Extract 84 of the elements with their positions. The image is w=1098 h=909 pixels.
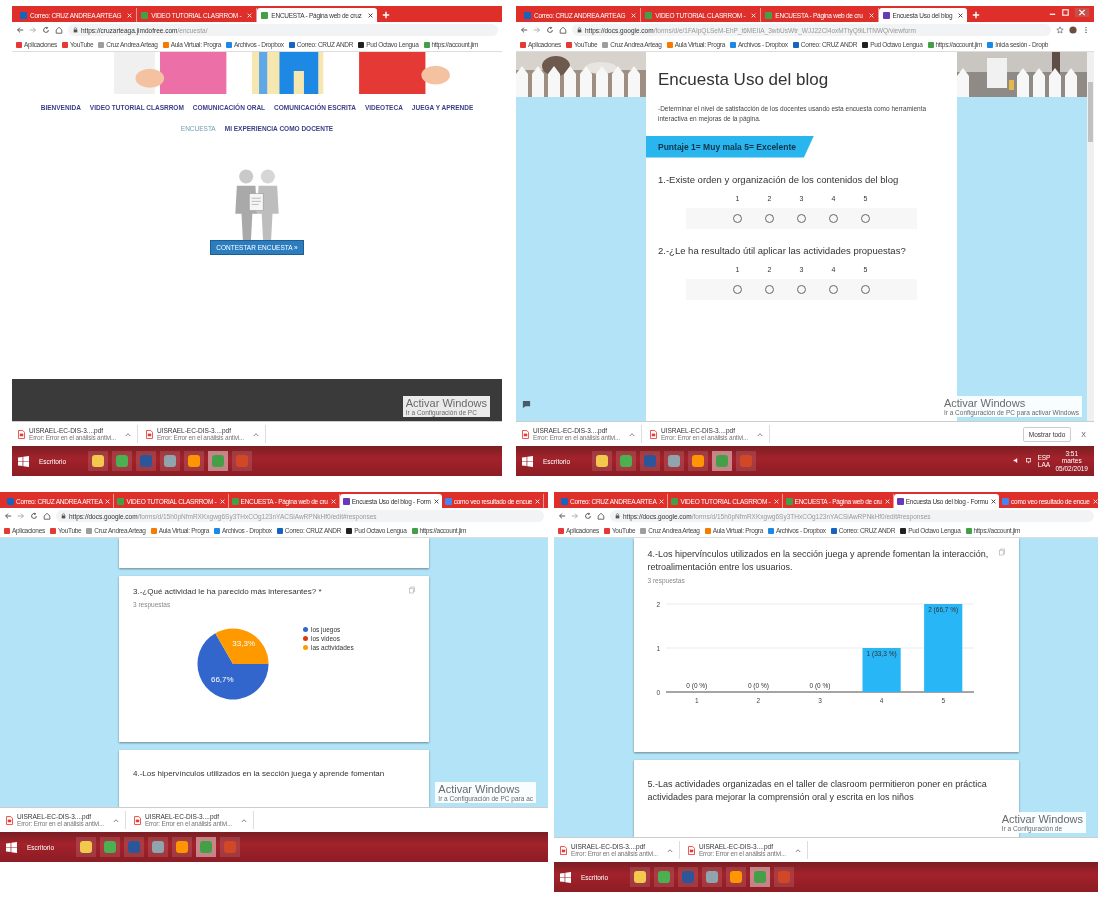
taskbar-app[interactable]: [654, 867, 675, 887]
new-tab-icon[interactable]: [381, 11, 390, 19]
pdf-icon: [522, 429, 529, 439]
reload-icon[interactable]: [42, 26, 50, 34]
activation-title: Activar Windows: [405, 397, 487, 409]
caret-icon[interactable]: [666, 847, 673, 853]
taskbar-app[interactable]: [702, 867, 723, 887]
close-icon[interactable]: [991, 498, 997, 504]
windows-start-icon[interactable]: [560, 871, 571, 883]
caret-icon[interactable]: [756, 431, 763, 437]
taskbar-app[interactable]: [100, 837, 121, 857]
data-label: 66,7%: [210, 675, 234, 685]
network-icon[interactable]: [1025, 457, 1033, 465]
taskbar-app[interactable]: [148, 837, 169, 857]
pdf-icon: [560, 845, 567, 855]
form-title: Encuesta Uso del blog: [658, 70, 830, 90]
taskbar-app[interactable]: [688, 451, 709, 471]
copy-icon[interactable]: [409, 586, 415, 594]
section-banner: Puntaje 1= Muy mala 5= Excelente: [646, 135, 814, 158]
lock-icon: [577, 27, 582, 33]
taskbar-app[interactable]: [592, 451, 613, 471]
taskbar-app[interactable]: [184, 451, 205, 471]
question-text: 4.-Los hipervínculos utilizados en la sección juega y aprende fomentan la interacción, retroalimentación entre los usuarios.: [647, 548, 989, 574]
taskbar-app[interactable]: [664, 451, 685, 471]
windows-start-icon[interactable]: [18, 455, 29, 467]
question-text: 4.-Los hipervínculos utilizados en la sección juega y aprende fomentan: [133, 768, 385, 780]
back-icon[interactable]: [520, 26, 528, 34]
question-text: 5.-Las actividades organizadas en el taller de clasroom permitieron poner en práctica actividades para mejorar la comprensión oral y escrita en los niños: [647, 778, 988, 804]
taskbar-app[interactable]: [750, 867, 771, 887]
pdf-icon: [133, 815, 141, 825]
back-icon[interactable]: [4, 512, 12, 520]
caret-icon[interactable]: [124, 431, 131, 437]
scrollbar[interactable]: [1087, 52, 1094, 421]
caret-icon[interactable]: [794, 847, 801, 853]
back-icon[interactable]: [16, 26, 24, 34]
avatar-icon[interactable]: [1069, 26, 1077, 34]
taskbar-app[interactable]: [712, 451, 733, 471]
menu-icon[interactable]: [1082, 26, 1090, 34]
question-text: 1.-Existe orden y organización de los contenidos del blog: [658, 173, 900, 185]
activation-title: Activar Windows: [943, 397, 1027, 409]
lock-icon: [615, 513, 620, 519]
windows-start-icon[interactable]: [6, 841, 17, 853]
new-tab-icon[interactable]: [972, 11, 981, 19]
reload-icon[interactable]: [546, 26, 554, 34]
back-icon[interactable]: [558, 512, 566, 520]
data-label: 33,3%: [232, 638, 256, 648]
caret-icon[interactable]: [240, 817, 247, 823]
taskbar-app[interactable]: [172, 837, 193, 857]
taskbar-app[interactable]: [616, 451, 637, 471]
taskbar-app[interactable]: [76, 837, 97, 857]
taskbar-app[interactable]: [88, 451, 109, 471]
home-icon[interactable]: [55, 26, 63, 34]
close-icon[interactable]: [367, 12, 373, 18]
home-icon[interactable]: [559, 26, 567, 34]
taskbar-app[interactable]: [196, 837, 217, 857]
home-icon[interactable]: [43, 512, 51, 520]
pdf-icon: [18, 429, 25, 439]
feedback-icon[interactable]: [522, 400, 531, 409]
taskbar-app[interactable]: [630, 867, 651, 887]
home-icon[interactable]: [597, 512, 605, 520]
windows-start-icon[interactable]: [522, 455, 533, 467]
taskbar-app[interactable]: [208, 451, 229, 471]
pdf-icon: [145, 429, 153, 439]
question-text: 2.-¿Le ha resultado útil aplicar las actividades propuestas?: [658, 244, 907, 256]
activation-title: Activar Windows: [1001, 813, 1083, 825]
question-text: 3.-¿Qué actividad le ha parecido más interesantes? *: [133, 586, 322, 598]
caret-icon[interactable]: [628, 431, 635, 437]
lock-icon: [73, 27, 78, 33]
close-icon[interactable]: [433, 498, 439, 504]
caret-icon[interactable]: [112, 817, 119, 823]
pdf-icon: [649, 429, 657, 439]
lock-icon: [61, 513, 66, 519]
reload-icon[interactable]: [584, 512, 592, 520]
pdf-icon: [6, 815, 13, 825]
taskbar-app[interactable]: [160, 451, 181, 471]
close-icon[interactable]: [958, 12, 964, 18]
activation-title: Activar Windows: [438, 783, 521, 795]
pdf-icon: [687, 845, 695, 855]
maximize-icon[interactable]: [1061, 8, 1070, 17]
caret-icon[interactable]: [252, 431, 259, 437]
star-icon[interactable]: [1056, 26, 1064, 34]
taskbar-app[interactable]: [726, 867, 747, 887]
reload-icon[interactable]: [30, 512, 38, 520]
taskbar-app[interactable]: [112, 451, 133, 471]
